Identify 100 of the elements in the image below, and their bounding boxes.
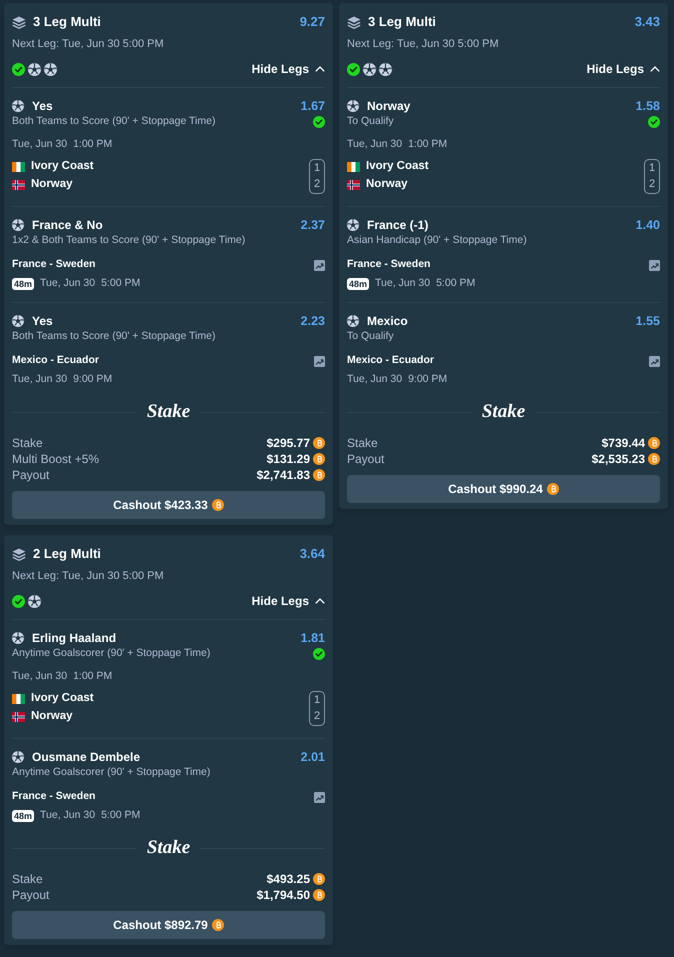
- score-value: 2: [314, 177, 320, 192]
- stats-chart-icon[interactable]: [649, 356, 660, 366]
- summary-label: Multi Boost +5%: [12, 451, 100, 468]
- countdown-badge: 48m: [12, 810, 34, 822]
- total-odds: 9.27: [300, 13, 325, 32]
- bet-title: 3 Leg Multi: [368, 13, 436, 32]
- match-date: Tue, Jun 30: [347, 372, 402, 388]
- market-name: To Qualify: [347, 329, 394, 344]
- stats-chart-icon[interactable]: [314, 792, 325, 802]
- match-name: France - Sweden: [12, 789, 96, 804]
- total-odds: 3.43: [634, 13, 660, 32]
- match-time: 9:00 PM: [408, 372, 448, 388]
- selection-name: Yes: [32, 313, 53, 330]
- coin-icon: [212, 499, 224, 511]
- score-value: 1: [314, 692, 320, 707]
- selection-name: Yes: [32, 98, 53, 115]
- score-value: 2: [648, 177, 656, 192]
- leg-odds: 1.40: [636, 216, 660, 234]
- summary-label: Stake: [347, 435, 378, 452]
- team-name: Norway: [31, 709, 73, 724]
- leg-odds: 1.67: [300, 98, 325, 115]
- bet-title: 3 Leg Multi: [33, 13, 101, 32]
- summary-label: Stake: [12, 435, 43, 452]
- score-value: 1: [314, 160, 320, 175]
- summary-label: Stake: [12, 871, 43, 888]
- leg-odds: 2.23: [300, 312, 325, 330]
- match-time: 5:00 PM: [101, 276, 140, 292]
- match-name: Mexico - Ecuador: [347, 353, 434, 368]
- match-date: Tue, Jun 30: [12, 669, 68, 684]
- market-name: To Qualify: [347, 114, 394, 130]
- hide-legs-button[interactable]: Hide Legs: [252, 60, 325, 78]
- coin-icon: [546, 483, 559, 495]
- cashout-button[interactable]: Cashout $423.33: [12, 491, 325, 519]
- score-value: 1: [648, 160, 656, 175]
- match-time: 9:00 PM: [73, 372, 112, 388]
- countdown-badge: 48m: [347, 278, 370, 290]
- brand-logo: Stake: [146, 836, 190, 860]
- stats-chart-icon[interactable]: [314, 260, 325, 270]
- soccer-ball-icon: [12, 315, 24, 327]
- match-time: 1:00 PM: [408, 137, 448, 152]
- team-name: Norway: [366, 177, 408, 192]
- summary-value: $2,535.23: [592, 451, 645, 468]
- chevron-up-icon: [315, 66, 325, 72]
- selection-name: Erling Haaland: [32, 630, 116, 647]
- summary-label: Payout: [347, 451, 384, 468]
- brand-logo: Stake: [482, 400, 526, 424]
- coin-icon: [648, 437, 660, 449]
- summary-value: $2,741.83: [256, 467, 310, 484]
- team-name: Ivory Coast: [366, 159, 429, 174]
- match-time: 1:00 PM: [73, 669, 112, 684]
- match-time: 1:00 PM: [73, 137, 112, 152]
- hide-legs-button[interactable]: Hide Legs: [252, 592, 325, 610]
- match-date: Tue, Jun 30: [12, 372, 68, 388]
- selection-name: France & No: [32, 217, 103, 234]
- leg-odds: 1.55: [636, 312, 660, 330]
- leg-odds: 2.37: [300, 216, 325, 234]
- leg-odds: 2.01: [300, 748, 325, 766]
- coin-icon: [313, 469, 325, 481]
- coin-icon: [313, 453, 325, 465]
- coin-icon: [313, 437, 325, 449]
- summary-value: $739.44: [602, 435, 645, 452]
- countdown-badge: 48m: [12, 278, 34, 290]
- cross-flag-icon: [347, 180, 360, 190]
- leg-odds: 1.81: [300, 630, 325, 647]
- chevron-up-icon: [650, 66, 660, 72]
- brand-logo: Stake: [146, 400, 190, 424]
- cross-flag-icon: [12, 712, 25, 722]
- hide-legs-button[interactable]: Hide Legs: [586, 60, 660, 78]
- market-name: Both Teams to Score (90' + Stoppage Time): [12, 329, 216, 344]
- match-name: France - Sweden: [347, 257, 430, 272]
- next-leg-time: Next Leg: Tue, Jun 30 5:00 PM: [347, 37, 500, 52]
- soccer-ball-icon: [12, 751, 24, 763]
- stats-chart-icon[interactable]: [314, 356, 325, 366]
- match-date: Tue, Jun 30: [12, 137, 68, 152]
- layers-icon: [347, 16, 361, 28]
- tricolour-flag-icon: [12, 162, 25, 172]
- match-time: 5:00 PM: [436, 276, 476, 292]
- soccer-ball-icon: [347, 315, 359, 327]
- summary-value: $131.29: [266, 451, 310, 468]
- market-name: Anytime Goalscorer (90' + Stoppage Time): [12, 646, 210, 662]
- market-name: Both Teams to Score (90' + Stoppage Time): [12, 114, 216, 130]
- selection-name: Ousmane Dembele: [32, 749, 140, 766]
- cross-flag-icon: [12, 180, 25, 190]
- soccer-ball-icon: [12, 219, 24, 231]
- team-name: Ivory Coast: [31, 691, 94, 706]
- coin-icon: [313, 873, 325, 885]
- summary-value: $493.25: [266, 871, 310, 888]
- cashout-button[interactable]: Cashout $892.79: [12, 911, 325, 939]
- match-date: Tue, Jun 30: [40, 808, 96, 824]
- match-date: Tue, Jun 30: [347, 137, 402, 152]
- coin-icon: [648, 453, 660, 465]
- match-date: Tue, Jun 30: [375, 276, 430, 292]
- team-name: Ivory Coast: [31, 159, 94, 174]
- market-name: Asian Handicap (90' + Stoppage Time): [347, 233, 527, 248]
- coin-icon: [313, 889, 325, 901]
- cashout-button[interactable]: Cashout $990.24: [347, 475, 660, 503]
- match-name: France - Sweden: [12, 257, 96, 272]
- stats-chart-icon[interactable]: [649, 260, 660, 270]
- selection-name: France (-1): [367, 217, 428, 234]
- total-odds: 3.64: [300, 545, 325, 564]
